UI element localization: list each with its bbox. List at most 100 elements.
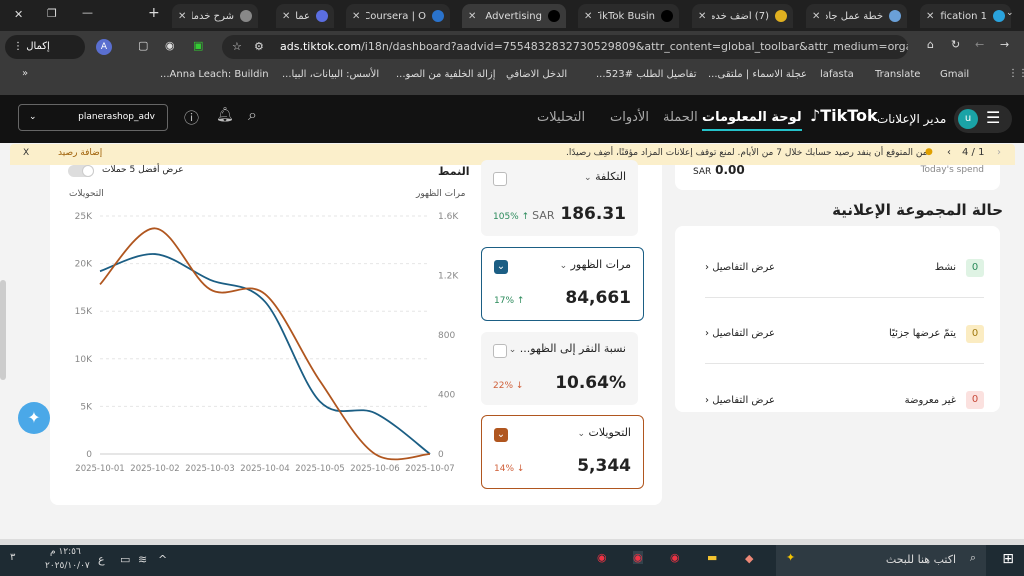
tab-search-button[interactable]: ⌄ [1006,8,1014,18]
chrome-icon[interactable]: ◉ [633,551,643,564]
browser-tab[interactable]: TikTok Busin ✕ [578,4,679,28]
add-balance-link[interactable]: إضافة رصيد [58,148,102,158]
url-host: ads.tiktok.com [280,40,362,53]
assistant-button[interactable]: ✦ [18,402,50,434]
bookmark-item[interactable]: Gmail [940,69,969,80]
chevron-down-icon[interactable]: ⌄ [509,345,517,355]
status-label: يتمّ عرضها جزئيًا [889,328,956,339]
browser-tab[interactable]: خطة عمل جاد ✕ [806,4,907,28]
view-details-link[interactable]: عرض التفاصيل ‹ [705,395,775,406]
reload-icon[interactable]: ↻ [951,38,960,51]
metric-card[interactable]: التكلفة ⌄ SAR 186.31 105% ↑ [481,160,638,236]
bookmark-item[interactable]: Translate [875,69,920,80]
view-details-link[interactable]: عرض التفاصيل ‹ [705,328,775,339]
forward-icon[interactable]: ← [975,38,984,51]
battery-icon[interactable]: ▭ [120,553,130,566]
bookmark-item[interactable]: lafasta [820,69,854,80]
banner-prev[interactable]: ‹ [947,147,951,158]
bookmark-item[interactable]: Anna Leach: Buildin... [160,69,269,80]
wifi-icon[interactable]: ≋ [138,553,147,566]
notification-badge[interactable]: ٣ [10,552,15,563]
bookmark-star-icon[interactable]: ☆ [232,35,242,59]
view-details-link[interactable]: عرض التفاصيل ‹ [705,262,775,273]
taskbar-search[interactable]: ⌕ اكتب هنا للبحث ✦ [776,545,986,576]
close-tab-icon[interactable]: ✕ [468,11,476,22]
banner-next[interactable]: › [997,147,1001,158]
metric-checkbox[interactable] [493,344,507,358]
nav-analytics[interactable]: التحليلات [537,110,585,125]
browser-tab[interactable]: 1 notification ✕ [920,4,1011,28]
metric-checkbox[interactable]: ⌄ [494,428,508,442]
chevron-down-icon[interactable]: ⌄ [577,429,585,439]
close-tab-icon[interactable]: ✕ [812,11,820,22]
close-tab-icon[interactable]: ✕ [584,11,592,22]
metric-checkbox[interactable] [493,172,507,186]
chrome-icon[interactable]: ◉ [597,551,607,564]
hamburger-menu-icon[interactable]: ☰ [986,108,1000,127]
search-icon[interactable]: ⌕ [248,105,257,125]
extension-icon[interactable]: ▢ [138,39,148,52]
account-selector[interactable]: ⌄ planerashop_adv [18,104,168,131]
bookmarks-overflow[interactable]: » [22,68,28,79]
chevron-down-icon[interactable]: ⌄ [584,173,592,183]
metric-card[interactable]: نسبة النقر إلى الظهو... ⌄ 10.64% 22% ↓ [481,332,638,405]
top5-toggle[interactable] [68,165,94,177]
user-avatar[interactable]: u [958,109,978,129]
home-icon[interactable]: ⌂ [927,38,934,51]
browser-tab[interactable]: شرح خدمات ✕ [172,4,258,28]
windows-start-icon[interactable]: ⊞ [1002,551,1014,567]
help-icon[interactable]: ⓘ [184,107,199,128]
close-tab-icon[interactable]: ✕ [178,11,186,22]
close-tab-icon[interactable]: ✕ [352,11,360,22]
file-explorer-icon[interactable]: ▬ [707,551,717,564]
metric-card[interactable]: مرات الظهور ⌄ ⌄ 84,661 17% ↑ [481,247,644,321]
left-tick-label: 5K [80,402,93,412]
left-tick-label: 15K [75,307,93,317]
close-tab-icon[interactable]: ✕ [698,11,706,22]
spend-card: SAR 0.00 Today's spend [675,163,1000,190]
bookmark-item[interactable]: الدخل الاضافي [506,69,567,80]
site-info-icon[interactable]: ⚙ [254,35,264,59]
close-tab-icon[interactable]: ✕ [282,11,290,22]
nav-campaign[interactable]: الحملة [663,110,698,125]
bookmark-item[interactable]: إزالة الخلفية من الصو... [396,69,496,80]
minimize-window-button[interactable]: — [82,6,93,19]
chrome-icon[interactable]: ◉ [670,551,680,564]
back-icon[interactable]: → [1000,38,1009,51]
browser-tab[interactable]: (7) أضف خدم ✕ [692,4,793,28]
new-tab-button[interactable]: + [148,5,160,21]
nav-tools[interactable]: الأدوات [610,110,649,125]
nav-dashboard[interactable]: لوحة المعلومات [702,110,802,131]
clock-date[interactable]: ٢٠٢٥/١٠/٠٧ [45,561,90,571]
browser-tab[interactable]: Coursera | O ✕ [346,4,450,28]
bookmark-item[interactable]: تفاصيل الطلب #523... [596,69,697,80]
address-bar[interactable]: ☆ ⚙ ads.tiktok.com/i18n/dashboard?aadvid… [222,35,908,59]
bell-icon[interactable]: 🔔︎ [216,107,234,123]
clock-time[interactable]: ١٢:٥٦ م [50,547,81,557]
close-tab-icon[interactable]: ✕ [926,11,934,22]
metric-delta: 14% [494,464,515,474]
bookmark-item[interactable]: الأسس: البيانات، البيا... [282,69,379,80]
right-tick-label: 1.2K [438,272,459,282]
close-window-button[interactable]: ✕ [14,8,23,21]
input-language[interactable]: ع [98,553,105,566]
tiktok-icon [548,10,560,22]
restore-window-button[interactable]: ❐ [47,7,57,20]
update-button[interactable]: ⋮ إكمال التحديث [5,35,85,76]
profile-avatar[interactable]: A [96,39,112,55]
metric-card[interactable]: التحويلات ⌄ ⌄ 5,344 14% ↓ [481,415,644,489]
metric-checkbox[interactable]: ⌄ [494,260,508,274]
extension-icon[interactable]: ▣ [193,39,203,52]
copilot-app-icon[interactable]: ◆ [745,552,753,565]
extension-icon[interactable]: ◉ [165,39,175,52]
tray-expand-icon[interactable]: ^ [158,553,167,566]
browser-tab[interactable]: عمار العرابي ✕ [276,4,334,28]
bookmark-item[interactable]: عجلة الاسماء | ملتقى... [708,69,807,80]
browser-tab[interactable]: Advertising ✕ [462,4,566,28]
spend-value: 0.00 [715,163,745,177]
chevron-down-icon[interactable]: ⌄ [560,261,568,271]
close-banner-button[interactable]: X [23,148,29,158]
vertical-scrollbar[interactable] [0,280,6,380]
search-icon: ⌕ [969,551,976,564]
apps-icon[interactable]: ⋮⋮ [1008,68,1024,79]
